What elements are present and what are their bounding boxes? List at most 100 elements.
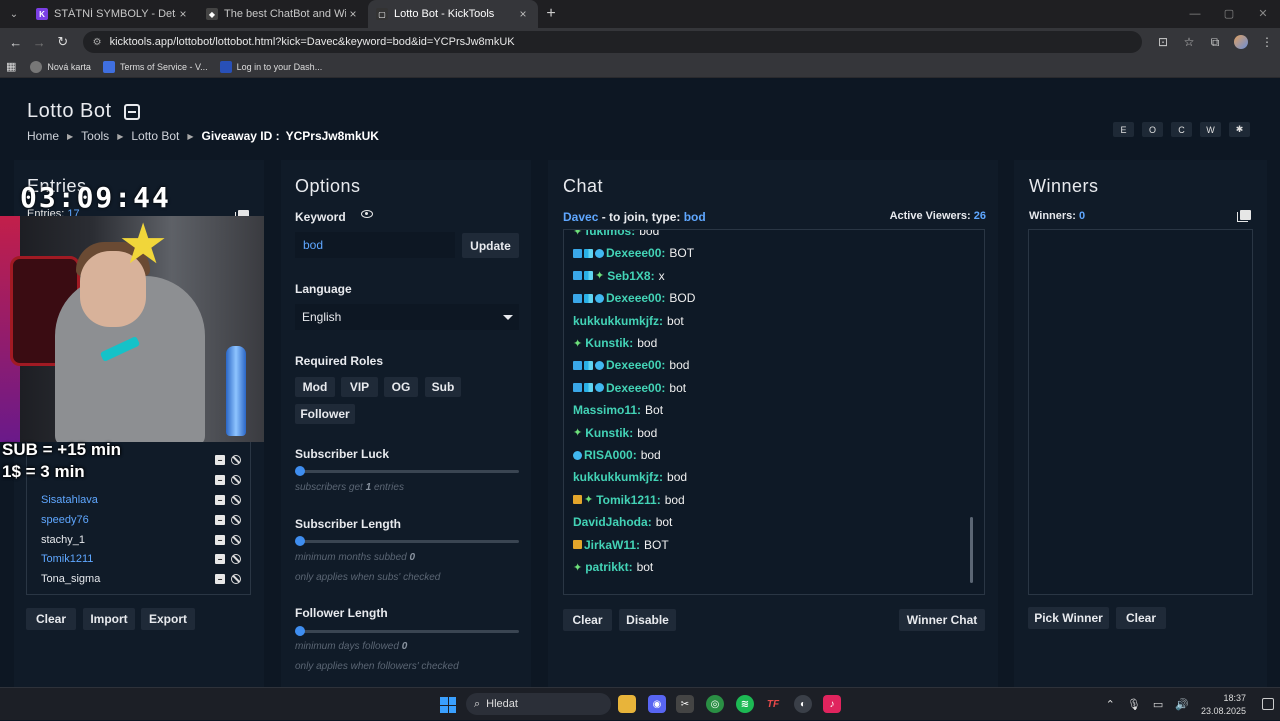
tab-search-icon[interactable]: ⌄ bbox=[0, 0, 28, 28]
apps-grid-icon[interactable]: ▦ bbox=[6, 60, 16, 73]
chat-log[interactable]: ✦ fukimos: bod Dexeee00: BOT ✦ Seb1X8: x Dexeee0… bbox=[563, 229, 985, 595]
cast-off-icon[interactable]: ⊡ bbox=[1150, 35, 1176, 50]
button-c[interactable]: C bbox=[1171, 122, 1192, 137]
bookmark-item[interactable]: Nová karta bbox=[30, 60, 91, 73]
microphone-icon[interactable]: 🎙 bbox=[1127, 698, 1141, 711]
notification-icon[interactable] bbox=[1262, 698, 1274, 710]
remove-icon[interactable]: − bbox=[215, 515, 225, 525]
maximize-icon[interactable]: ▢ bbox=[1212, 0, 1246, 28]
export-button[interactable]: Export bbox=[141, 608, 195, 630]
scrollbar[interactable] bbox=[970, 517, 973, 583]
role-mod-toggle[interactable]: Mod bbox=[295, 377, 335, 397]
breadcrumb-lotto-bot[interactable]: Lotto Bot bbox=[131, 129, 179, 143]
file-explorer-icon[interactable] bbox=[618, 695, 636, 713]
chat-username[interactable]: DavidJahoda bbox=[573, 515, 648, 529]
follower-length-slider[interactable] bbox=[295, 626, 519, 636]
entries-clear-button[interactable]: Clear bbox=[26, 608, 76, 630]
role-follower-toggle[interactable]: Follower bbox=[295, 404, 355, 424]
button-w[interactable]: W bbox=[1200, 122, 1221, 137]
chat-username[interactable]: Seb1X8 bbox=[607, 269, 650, 283]
site-info-icon[interactable]: ⚙ bbox=[93, 37, 102, 48]
bookmark-item[interactable]: Terms of Service - V... bbox=[102, 60, 208, 73]
tiktok-live-studio-icon[interactable]: TF bbox=[764, 695, 782, 713]
chat-username[interactable]: JirkaW11 bbox=[584, 538, 636, 552]
chat-username[interactable]: Dexeee00 bbox=[606, 246, 661, 260]
settings-star-button[interactable]: ✱ bbox=[1229, 122, 1250, 137]
close-icon[interactable]: × bbox=[176, 7, 190, 21]
winners-clear-button[interactable]: Clear bbox=[1116, 607, 1166, 629]
ban-icon[interactable] bbox=[231, 554, 241, 564]
ban-icon[interactable] bbox=[231, 475, 241, 485]
close-icon[interactable]: × bbox=[516, 7, 530, 21]
chat-username[interactable]: fukimos bbox=[585, 230, 631, 238]
back-icon[interactable]: ← bbox=[4, 35, 28, 50]
chat-username[interactable]: Dexeee00 bbox=[606, 358, 661, 372]
profile-avatar-icon[interactable] bbox=[1228, 35, 1254, 50]
new-tab-icon[interactable]: + bbox=[538, 5, 564, 23]
chat-username[interactable]: Dexeee00 bbox=[606, 381, 661, 395]
keyword-input[interactable]: bod bbox=[295, 232, 455, 258]
ban-icon[interactable] bbox=[231, 515, 241, 525]
taskbar-search-input[interactable]: ⌕ Hledat bbox=[466, 693, 611, 715]
bookmark-star-icon[interactable]: ☆ bbox=[1176, 35, 1202, 50]
extensions-icon[interactable]: ⧉ bbox=[1202, 35, 1228, 50]
winners-list[interactable] bbox=[1028, 229, 1253, 595]
tiktok-icon[interactable]: ♪ bbox=[823, 695, 841, 713]
remove-icon[interactable]: − bbox=[215, 455, 225, 465]
eye-icon[interactable] bbox=[361, 210, 373, 218]
chat-username[interactable]: Tomik1211 bbox=[596, 493, 656, 507]
snipping-tool-icon[interactable]: ✂ bbox=[676, 695, 694, 713]
remove-icon[interactable]: − bbox=[215, 475, 225, 485]
forward-icon[interactable]: → bbox=[28, 35, 52, 50]
subscriber-length-slider[interactable] bbox=[295, 536, 519, 546]
remove-icon[interactable]: − bbox=[215, 554, 225, 564]
slider-thumb[interactable] bbox=[295, 536, 305, 546]
breadcrumb-home[interactable]: Home bbox=[27, 129, 59, 143]
chat-username[interactable]: kukkukkumkjfz bbox=[573, 470, 659, 484]
network-icon[interactable]: ▭ bbox=[1153, 698, 1163, 711]
role-vip-toggle[interactable]: VIP bbox=[341, 377, 378, 397]
discord-icon[interactable]: ◉ bbox=[648, 695, 666, 713]
disable-chat-button[interactable]: Disable bbox=[619, 609, 676, 631]
copy-icon[interactable] bbox=[1237, 210, 1251, 222]
windows-start-icon[interactable] bbox=[440, 697, 456, 713]
remove-icon[interactable]: − bbox=[215, 535, 225, 545]
browser-tab-1[interactable]: K STÁTNÍ SYMBOLY - Details - Kal × bbox=[28, 0, 198, 28]
role-sub-toggle[interactable]: Sub bbox=[425, 377, 461, 397]
ban-icon[interactable] bbox=[231, 535, 241, 545]
language-select[interactable]: English bbox=[295, 304, 519, 330]
import-button[interactable]: Import bbox=[83, 608, 135, 630]
more-menu-icon[interactable]: ⋮ bbox=[1254, 35, 1280, 50]
slider-thumb[interactable] bbox=[295, 466, 305, 476]
browser-tab-3[interactable]: ▢ Lotto Bot - KickTools × bbox=[368, 0, 538, 28]
chevron-up-icon[interactable]: ⌃ bbox=[1106, 698, 1115, 711]
chat-username[interactable]: patrikkt bbox=[585, 560, 628, 574]
chat-clear-button-main[interactable]: Clear bbox=[563, 609, 612, 631]
ban-icon[interactable] bbox=[231, 455, 241, 465]
chat-username[interactable]: Massimo11 bbox=[573, 403, 637, 417]
pick-winner-button[interactable]: Pick Winner bbox=[1028, 607, 1109, 629]
bookmark-item[interactable]: Log in to your Dash... bbox=[219, 60, 322, 73]
remove-icon[interactable]: − bbox=[215, 495, 225, 505]
chat-username[interactable]: Dexeee00 bbox=[606, 291, 661, 305]
ban-icon[interactable] bbox=[231, 574, 241, 584]
button-e[interactable]: E bbox=[1113, 122, 1134, 137]
chat-username[interactable]: Kunstik bbox=[585, 426, 629, 440]
role-og-toggle[interactable]: OG bbox=[384, 377, 418, 397]
ban-icon[interactable] bbox=[231, 495, 241, 505]
obs-icon[interactable]: ◐ bbox=[794, 695, 812, 713]
reload-icon[interactable]: ↻ bbox=[51, 34, 75, 50]
subscriber-luck-slider[interactable] bbox=[295, 466, 519, 476]
remove-icon[interactable]: − bbox=[215, 574, 225, 584]
chat-username[interactable]: RISA000 bbox=[584, 448, 633, 462]
chat-username[interactable]: kukkukkumkjfz bbox=[573, 314, 659, 328]
window-close-icon[interactable]: ✕ bbox=[1246, 0, 1280, 28]
close-icon[interactable]: × bbox=[346, 7, 360, 21]
update-button[interactable]: Update bbox=[462, 233, 519, 258]
taskbar-clock[interactable]: 18:37 23.08.2025 bbox=[1201, 692, 1246, 718]
spotify-icon[interactable]: ≋ bbox=[736, 695, 754, 713]
slider-thumb[interactable] bbox=[295, 626, 305, 636]
chrome-icon[interactable]: ◎ bbox=[706, 695, 724, 713]
button-o[interactable]: O bbox=[1142, 122, 1163, 137]
winner-chat-button[interactable]: Winner Chat bbox=[899, 609, 985, 631]
